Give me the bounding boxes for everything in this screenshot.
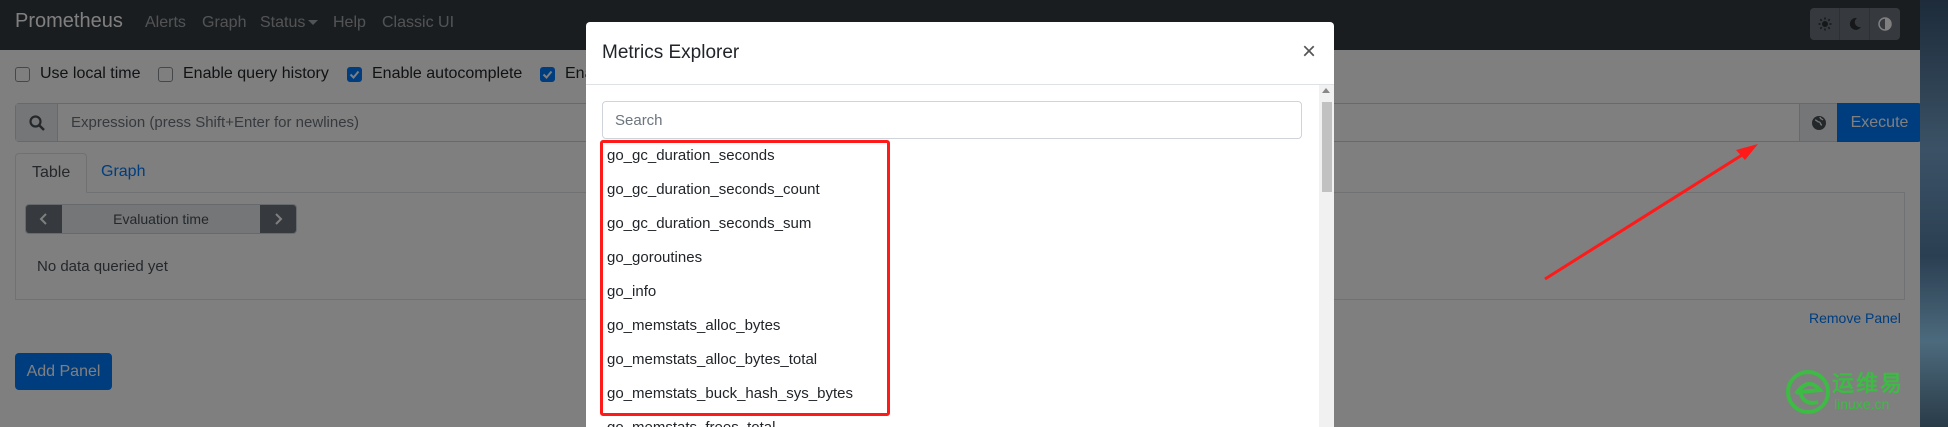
annotation-arrow-icon	[1544, 144, 1758, 281]
watermark-cn: 运维易	[1832, 371, 1905, 396]
watermark-domain: linuxe.cn	[1834, 396, 1890, 412]
